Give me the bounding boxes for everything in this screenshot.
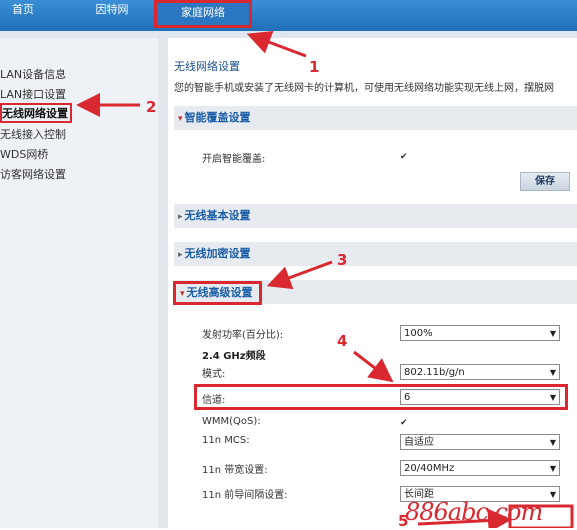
dropdown-arrow-icon: ▼ <box>549 393 556 402</box>
sidebar-item-wds-bridge[interactable]: WDS网桥 <box>0 146 48 162</box>
annotation-number-1: 1 <box>309 58 320 76</box>
dropdown-arrow-icon: ▼ <box>549 438 556 447</box>
bandwidth-value: 20/40MHz <box>404 463 455 474</box>
mode-value: 802.11b/g/n <box>404 367 465 378</box>
guard-interval-label: 11n 前导间隔设置: <box>202 490 288 501</box>
section-wireless-advanced[interactable]: ▾ 无线高级设置 <box>173 281 262 305</box>
top-nav: 首页 因特网 家庭网络 <box>0 0 577 31</box>
section-wireless-basic[interactable]: ▸ 无线基本设置 <box>174 204 577 228</box>
sidebar-item-guest-network[interactable]: 访客网络设置 <box>0 166 66 182</box>
wmm-checkbox[interactable]: ✔ <box>400 418 408 428</box>
dropdown-arrow-icon: ▼ <box>549 368 556 377</box>
annotation-number-2: 2 <box>146 98 157 116</box>
channel-select[interactable]: 6 ▼ <box>400 389 560 405</box>
main-panel: 无线网络设置 您的智能手机或安装了无线网卡的计算机，可使用无线网络功能实现无线上… <box>168 38 577 528</box>
tab-home-network[interactable]: 家庭网络 <box>154 0 252 28</box>
section-smart-cover[interactable]: ▾ 智能覆盖设置 <box>174 106 577 130</box>
caret-right-icon: ▸ <box>178 250 183 260</box>
bandwidth-label: 11n 带宽设置: <box>202 465 268 476</box>
section-wireless-basic-label: 无线基本设置 <box>184 209 251 222</box>
caret-right-icon: ▸ <box>178 212 183 222</box>
mode-select[interactable]: 802.11b/g/n ▼ <box>400 364 560 380</box>
mode-label: 模式: <box>202 369 226 380</box>
caret-down-icon: ▾ <box>180 289 185 299</box>
tx-power-select[interactable]: 100% ▼ <box>400 325 560 341</box>
dropdown-arrow-icon: ▼ <box>549 490 556 499</box>
sidebar: LAN设备信息 LAN接口设置 无线网络设置 无线接入控制 WDS网桥 访客网络… <box>0 38 158 528</box>
channel-label: 信道: <box>202 395 226 406</box>
tx-power-label: 发射功率(百分比): <box>202 330 284 341</box>
bandwidth-select[interactable]: 20/40MHz ▼ <box>400 460 560 476</box>
channel-value: 6 <box>404 392 411 403</box>
tab-internet[interactable]: 因特网 <box>84 0 140 29</box>
sidebar-item-wireless-access-control[interactable]: 无线接入控制 <box>0 126 66 142</box>
nav-strip <box>0 31 577 38</box>
page-title: 无线网络设置 <box>174 60 240 73</box>
dropdown-arrow-icon: ▼ <box>549 464 556 473</box>
dropdown-arrow-icon: ▼ <box>549 329 556 338</box>
save-button[interactable]: 保存 <box>520 172 570 191</box>
section-wireless-encryption-label: 无线加密设置 <box>184 247 251 260</box>
band-label: 2.4 GHz频段 <box>202 351 266 362</box>
tx-power-value: 100% <box>404 328 433 339</box>
smart-cover-checkbox[interactable]: ✔ <box>400 152 408 162</box>
wmm-label: WMM(QoS): <box>202 416 261 427</box>
annotation-number-3: 3 <box>337 251 348 269</box>
mcs-select[interactable]: 自适应 ▼ <box>400 434 560 450</box>
sidebar-item-lan-interface[interactable]: LAN接口设置 <box>0 86 66 102</box>
section-smart-cover-label: 智能覆盖设置 <box>184 111 251 124</box>
smart-cover-label: 开启智能覆盖: <box>202 154 266 165</box>
mcs-value: 自适应 <box>404 437 434 448</box>
annotation-number-4: 4 <box>337 332 348 350</box>
section-wireless-advanced-label: 无线高级设置 <box>186 286 253 299</box>
caret-down-icon: ▾ <box>178 114 183 124</box>
section-wireless-encryption[interactable]: ▸ 无线加密设置 <box>174 242 577 266</box>
tab-home[interactable]: 首页 <box>0 0 46 29</box>
sidebar-item-wireless-settings[interactable]: 无线网络设置 <box>0 103 72 123</box>
page-description: 您的智能手机或安装了无线网卡的计算机，可使用无线网络功能实现无线上网，摆脱网 <box>174 83 554 94</box>
sidebar-divider <box>158 38 168 528</box>
watermark: 886abc.com <box>405 498 543 526</box>
mcs-label: 11n MCS: <box>202 435 250 446</box>
sidebar-item-lan-device-info[interactable]: LAN设备信息 <box>0 66 66 82</box>
